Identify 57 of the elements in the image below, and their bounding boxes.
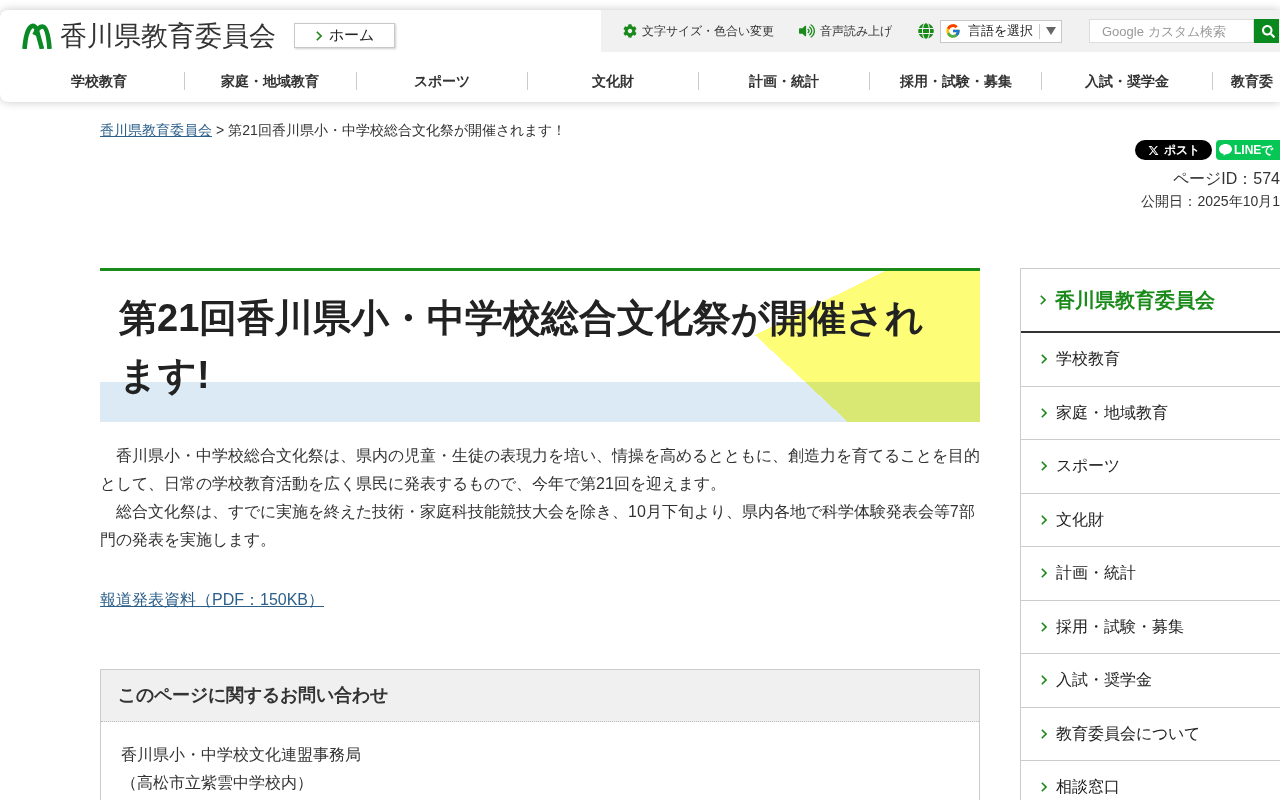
- utility-link[interactable]: 音声読み上げ: [799, 22, 892, 40]
- side-menu-link[interactable]: 相談窓口: [1021, 761, 1280, 800]
- search-button[interactable]: [1254, 19, 1279, 43]
- nav-link[interactable]: 入試・奨学金: [1084, 71, 1169, 91]
- chevron-right-icon: [1041, 407, 1047, 418]
- chevron-right-icon: [315, 30, 322, 41]
- contact-text: 香川県小・中学校文化連盟事務局: [121, 745, 362, 765]
- nav-link[interactable]: 採用・試験・募集: [899, 71, 1012, 91]
- logo-icon: [22, 23, 52, 49]
- nav-link[interactable]: 家庭・地域教育: [221, 71, 320, 91]
- chevron-right-icon: [1041, 621, 1047, 632]
- side-menu-link[interactable]: 家庭・地域教育: [1021, 386, 1280, 440]
- breadcrumb-separator: >: [216, 122, 225, 138]
- contact-text: （高松市立紫雲中学校内）: [121, 773, 314, 793]
- published-date: 公開日：2025年10月1: [1141, 192, 1280, 211]
- dropdown-caret-icon: [1046, 27, 1056, 35]
- breadcrumb-link[interactable]: 香川県教育委員会: [100, 122, 212, 138]
- side-menu-link[interactable]: スポーツ: [1021, 440, 1280, 494]
- chevron-right-icon: [1041, 354, 1047, 365]
- side-menu-link[interactable]: 計画・統計: [1021, 547, 1280, 601]
- chevron-right-icon: [1041, 728, 1047, 739]
- chevron-right-icon: [1041, 568, 1047, 579]
- side-menu-link[interactable]: 文化財: [1021, 493, 1280, 547]
- nav-link[interactable]: 計画・統計: [749, 71, 820, 91]
- pdf-link[interactable]: 報道発表資料（PDF：150KB）: [100, 591, 325, 608]
- body-paragraph: 香川県小・中学校総合文化祭は、県内の児童・生徒の表現力を培い、情操を高めるとともに、創造力を育てることを目的として、日常の学校教育活動を広く県民に発表するもので、今年で第21回を迎えます。: [100, 446, 980, 494]
- language-select[interactable]: 言語を選択: [940, 19, 1062, 43]
- google-g-icon: [945, 23, 961, 39]
- side-menu-link[interactable]: 教育委員会について: [1021, 707, 1280, 761]
- breadcrumb-current: 第21回香川県小・中学校総合文化祭が開催されます！: [228, 122, 566, 138]
- side-menu-heading-link[interactable]: 香川県教育委員会: [1021, 269, 1280, 333]
- side-menu-link[interactable]: 学校教育: [1021, 333, 1280, 387]
- gear-icon: [623, 24, 637, 38]
- post-button[interactable]: ポスト: [1135, 140, 1212, 160]
- contact-heading: このページに関するお問い合わせ: [118, 684, 388, 707]
- globe-icon: [918, 23, 934, 39]
- chevron-right-icon: [1040, 295, 1046, 305]
- home-button[interactable]: ホーム: [294, 23, 395, 48]
- speaker-icon: [799, 23, 815, 39]
- side-menu-link[interactable]: 入試・奨学金: [1021, 654, 1280, 708]
- search-icon: [1262, 24, 1275, 38]
- x-logo-icon: [1147, 144, 1159, 156]
- nav-link[interactable]: 教育委: [1231, 71, 1274, 91]
- nav-link[interactable]: 文化財: [592, 71, 635, 91]
- body-paragraph: 総合文化祭は、すでに実施を終えた技術・家庭科技能競技大会を除き、10月下旬より、県内各地で科学体験発表会等7部門の発表を実施します。: [100, 502, 976, 550]
- search-field[interactable]: Google カスタム検索: [1089, 19, 1254, 43]
- chevron-right-icon: [1041, 675, 1047, 686]
- chevron-right-icon: [1041, 782, 1047, 793]
- speech-bubble-icon: [1219, 144, 1232, 156]
- site-title: 香川県教育委員会: [60, 23, 276, 50]
- nav-link[interactable]: スポーツ: [413, 71, 470, 91]
- nav-link[interactable]: 学校教育: [71, 71, 128, 91]
- chevron-right-icon: [1041, 461, 1047, 472]
- chevron-right-icon: [1041, 514, 1047, 525]
- page-id: ページID：574: [1173, 169, 1280, 189]
- side-menu-link[interactable]: 採用・試験・募集: [1021, 600, 1280, 654]
- utility-link[interactable]: 文字サイズ・色合い変更: [623, 22, 774, 40]
